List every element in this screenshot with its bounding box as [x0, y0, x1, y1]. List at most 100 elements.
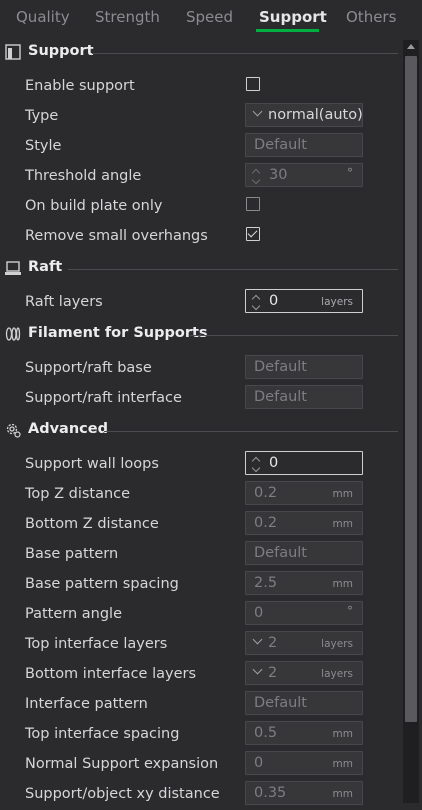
raft-icon [5, 261, 21, 275]
row-interface-pattern: Interface pattern Default [0, 690, 398, 720]
normal-support-expansion-value: 0 [254, 755, 264, 771]
spin-arrows-icon[interactable] [251, 292, 261, 312]
row-base-pattern: Base pattern Default [0, 540, 398, 570]
raft-layers-spinbox[interactable]: 0 layers [245, 289, 363, 313]
spin-arrows-icon[interactable] [251, 454, 261, 474]
scroll-up-arrow-icon[interactable] [407, 44, 415, 49]
tab-others[interactable]: Others [346, 8, 396, 26]
section-title-raft: Raft [28, 259, 63, 275]
top-interface-spacing-label: Top interface spacing [25, 726, 180, 742]
row-top-interface-layers: Top interface layers 2 layers [0, 630, 398, 660]
section-header-advanced: Advanced [0, 419, 398, 443]
top-z-distance-unit: mm [332, 488, 353, 500]
normal-support-expansion-label: Normal Support expansion [25, 756, 219, 772]
on-build-plate-only-checkbox[interactable] [246, 197, 260, 211]
threshold-angle-unit: ° [347, 166, 353, 180]
pattern-angle-value: 0 [254, 605, 264, 621]
bottom-z-distance-unit: mm [332, 518, 353, 530]
row-on-build-plate-only: On build plate only [0, 192, 398, 222]
row-bottom-z-distance: Bottom Z distance 0.2 mm [0, 510, 398, 540]
spin-arrows-icon[interactable] [251, 166, 261, 186]
top-interface-layers-value: 2 [268, 635, 278, 651]
row-base-pattern-spacing: Base pattern spacing 2.5 mm [0, 570, 398, 600]
enable-support-checkbox[interactable] [246, 77, 260, 91]
interface-pattern-select[interactable]: Default [245, 691, 363, 715]
bottom-interface-layers-unit: layers [321, 668, 353, 680]
top-interface-layers-select[interactable]: 2 layers [245, 631, 363, 655]
top-interface-spacing-input[interactable]: 0.5 mm [245, 721, 363, 745]
pattern-angle-input[interactable]: 0 ° [245, 601, 363, 625]
row-support-object-xy-distance: Support/object xy distance 0.35 mm [0, 780, 398, 810]
bottom-interface-layers-label: Bottom interface layers [25, 666, 197, 682]
top-interface-spacing-value: 0.5 [254, 725, 278, 741]
row-normal-support-expansion: Normal Support expansion 0 mm [0, 750, 398, 780]
top-interface-layers-label: Top interface layers [25, 636, 168, 652]
support-raft-interface-value: Default [254, 389, 307, 405]
base-pattern-value: Default [254, 545, 307, 561]
bottom-interface-layers-select[interactable]: 2 layers [245, 661, 363, 685]
normal-support-expansion-input[interactable]: 0 mm [245, 751, 363, 775]
support-raft-interface-label: Support/raft interface [25, 390, 182, 406]
advanced-gear-icon [6, 423, 21, 438]
settings-tabs: Quality Strength Speed Support Others [0, 0, 422, 34]
bottom-z-distance-input[interactable]: 0.2 mm [245, 511, 363, 535]
section-header-filament: Filament for Supports [0, 323, 398, 347]
section-divider [190, 335, 398, 336]
section-divider [104, 431, 398, 432]
vertical-scrollbar[interactable] [403, 40, 419, 803]
support-object-xy-distance-input[interactable]: 0.35 mm [245, 781, 363, 805]
support-object-xy-distance-value: 0.35 [254, 785, 287, 801]
chevron-down-icon [252, 634, 263, 645]
top-z-distance-input[interactable]: 0.2 mm [245, 481, 363, 505]
row-bottom-interface-layers: Bottom interface layers 2 layers [0, 660, 398, 690]
support-raft-interface-select[interactable]: Default [245, 385, 363, 409]
remove-small-overhangs-checkbox[interactable] [246, 227, 260, 241]
enable-support-label: Enable support [25, 78, 135, 94]
support-object-xy-distance-unit: mm [332, 788, 353, 800]
support-wall-loops-spinbox[interactable]: 0 [245, 451, 363, 475]
base-pattern-spacing-input[interactable]: 2.5 mm [245, 571, 363, 595]
top-z-distance-value: 0.2 [254, 485, 278, 501]
threshold-angle-spinbox[interactable]: 30 ° [245, 163, 363, 187]
filament-icon [5, 327, 21, 341]
pattern-angle-unit: ° [347, 604, 353, 618]
scrollbar-thumb[interactable] [405, 56, 417, 722]
base-pattern-select[interactable]: Default [245, 541, 363, 565]
bottom-z-distance-value: 0.2 [254, 515, 278, 531]
bottom-interface-layers-value: 2 [268, 665, 278, 681]
row-top-interface-spacing: Top interface spacing 0.5 mm [0, 720, 398, 750]
section-title-support: Support [28, 43, 94, 59]
support-wall-loops-value: 0 [269, 455, 279, 471]
row-support-raft-base: Support/raft base Default [0, 354, 398, 384]
row-type: Type normal(auto) [0, 102, 398, 132]
style-select[interactable]: Default [245, 133, 363, 157]
support-object-xy-distance-label: Support/object xy distance [25, 786, 220, 802]
bottom-z-distance-label: Bottom Z distance [25, 516, 159, 532]
raft-layers-value: 0 [269, 293, 279, 309]
top-interface-spacing-unit: mm [332, 728, 353, 740]
section-header-support: Support [0, 41, 398, 65]
row-top-z-distance: Top Z distance 0.2 mm [0, 480, 398, 510]
remove-small-overhangs-label: Remove small overhangs [25, 228, 208, 244]
tab-quality[interactable]: Quality [16, 8, 70, 26]
support-raft-base-select[interactable]: Default [245, 355, 363, 379]
base-pattern-label: Base pattern [25, 546, 119, 562]
type-select[interactable]: normal(auto) [245, 103, 363, 127]
tab-support[interactable]: Support [259, 8, 327, 26]
support-raft-base-label: Support/raft base [25, 360, 152, 376]
chevron-down-icon [252, 106, 263, 117]
settings-panel: Support Enable support Type normal(auto)… [0, 36, 402, 805]
row-support-raft-interface: Support/raft interface Default [0, 384, 398, 414]
row-enable-support: Enable support [0, 72, 398, 102]
support-icon [5, 44, 21, 60]
threshold-angle-value: 30 [269, 167, 288, 183]
tab-strength[interactable]: Strength [95, 8, 160, 26]
active-tab-indicator [256, 29, 319, 32]
section-divider [68, 269, 398, 270]
pattern-angle-label: Pattern angle [25, 606, 123, 622]
top-interface-layers-unit: layers [321, 638, 353, 650]
tab-speed[interactable]: Speed [186, 8, 233, 26]
row-threshold-angle: Threshold angle 30 ° [0, 162, 398, 192]
base-pattern-spacing-value: 2.5 [254, 575, 278, 591]
style-value: Default [254, 137, 307, 153]
